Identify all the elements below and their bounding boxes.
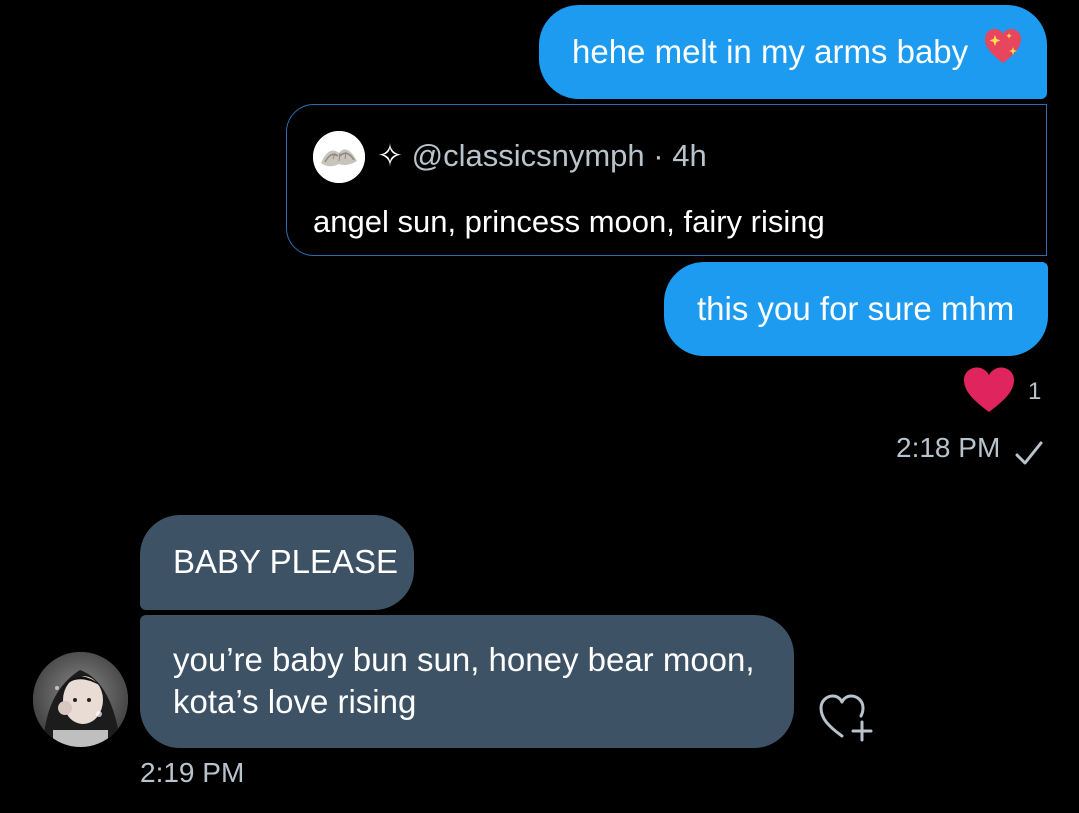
quoted-tweet-header: ✧ @classicsnymph · 4h <box>377 135 707 177</box>
reaction-count: 1 <box>1028 378 1042 405</box>
sparkle-icon: ✧ <box>377 138 403 173</box>
add-reaction-icon[interactable] <box>818 690 878 751</box>
sender-avatar[interactable] <box>33 652 128 747</box>
quoted-tweet-card[interactable]: ✧ @classicsnymph · 4h angel sun, princes… <box>286 104 1047 256</box>
message-text-line: kota’s love rising <box>173 683 417 720</box>
message-text-line: you’re baby bun sun, honey bear moon, <box>173 641 755 678</box>
quoted-author-handle[interactable]: @classicsnymph <box>412 138 645 173</box>
received-timestamp: 2:19 PM <box>140 757 245 788</box>
quoted-tweet-age: 4h <box>672 138 707 173</box>
message-text: hehe melt in my arms baby <box>572 33 969 70</box>
heart-icon <box>964 367 1014 412</box>
message-text: BABY PLEASE <box>173 543 399 580</box>
quoted-author-avatar <box>313 131 365 183</box>
incoming-message-bubble[interactable]: you’re baby bun sun, honey bear moon, ko… <box>140 615 794 748</box>
separator-dot: · <box>653 138 664 173</box>
dm-conversation: hehe melt in my arms baby ✧ @classicsnym… <box>0 0 1079 813</box>
outgoing-message-bubble[interactable]: hehe melt in my arms baby <box>539 5 1047 99</box>
message-text: this you for sure mhm <box>697 290 1015 327</box>
sparkling-heart-icon <box>983 27 1023 75</box>
message-reaction[interactable]: 1 <box>962 366 1052 418</box>
outgoing-message-bubble[interactable]: this you for sure mhm <box>664 262 1048 356</box>
sent-check-icon <box>1014 440 1044 471</box>
incoming-message-bubble[interactable]: BABY PLEASE <box>140 515 414 610</box>
sent-timestamp: 2:18 PM <box>896 432 1001 463</box>
quoted-tweet-text: angel sun, princess moon, fairy rising <box>313 204 825 239</box>
